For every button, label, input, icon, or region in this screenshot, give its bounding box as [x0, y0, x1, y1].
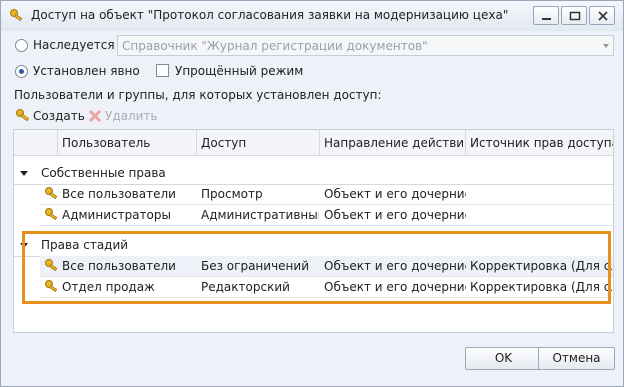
column-header-source[interactable]: Источник прав доступа: [466, 130, 613, 156]
cell-access: Административный: [201, 208, 319, 222]
minimize-button[interactable]: [533, 6, 559, 25]
maximize-icon: [569, 11, 581, 21]
simplified-mode-label: Упрощённый режим: [175, 64, 304, 78]
create-label: Создать: [33, 109, 85, 123]
users-section-label: Пользователи и группы, для которых устан…: [14, 88, 382, 102]
cell-direction: Объект и его дочерние...: [324, 208, 466, 222]
inherits-radio[interactable]: [15, 39, 28, 52]
cancel-button[interactable]: Отмена: [538, 347, 615, 370]
column-header-access[interactable]: Доступ: [197, 130, 320, 156]
delete-icon: [88, 109, 102, 123]
key-icon: [45, 208, 58, 221]
column-header-user[interactable]: Пользователь: [58, 130, 197, 156]
inherits-label: Наследуется с:: [33, 38, 130, 52]
create-button[interactable]: Создать: [13, 105, 85, 127]
table-row[interactable]: Администраторы Административный Объект и…: [40, 205, 613, 226]
key-icon: [45, 187, 58, 200]
close-button[interactable]: [589, 6, 615, 25]
ok-button[interactable]: OK: [465, 347, 542, 370]
explicit-label: Установлен явно: [33, 64, 140, 78]
group-label: Собственные права: [41, 166, 166, 180]
maximize-button[interactable]: [561, 6, 587, 25]
table-row[interactable]: Все пользователи Просмотр Объект и его д…: [40, 184, 613, 205]
cell-user: Все пользователи: [62, 187, 176, 201]
cell-user: Администраторы: [62, 208, 171, 222]
collapse-triangle-icon[interactable]: [20, 171, 28, 176]
key-icon: [10, 9, 23, 22]
grid-header: Пользователь Доступ Направление действия…: [14, 130, 613, 156]
delete-label: Удалить: [105, 109, 158, 123]
minimize-icon: [542, 18, 551, 20]
key-add-icon: [16, 109, 30, 122]
chevron-down-icon: [603, 44, 609, 48]
highlight-frame: [22, 231, 611, 304]
close-icon: [598, 11, 608, 21]
explicit-radio[interactable]: [15, 65, 28, 78]
title-bar: Доступ на объект "Протокол согласования …: [1, 1, 623, 31]
inherits-source-combo[interactable]: Справочник "Журнал регистрации документо…: [117, 35, 614, 56]
window-title: Доступ на объект "Протокол согласования …: [31, 8, 509, 22]
header-spacer: [14, 130, 58, 156]
delete-button[interactable]: Удалить: [85, 105, 158, 127]
cell-direction: Объект и его дочерние...: [324, 187, 466, 201]
group-row-own-rights[interactable]: Собственные права: [14, 162, 613, 184]
simplified-mode-checkbox[interactable]: [156, 64, 169, 77]
inherits-source-value: Справочник "Журнал регистрации документо…: [122, 39, 428, 53]
cell-access: Просмотр: [201, 187, 263, 201]
access-dialog: Доступ на объект "Протокол согласования …: [0, 0, 624, 387]
column-header-direction[interactable]: Направление действия: [320, 130, 466, 156]
